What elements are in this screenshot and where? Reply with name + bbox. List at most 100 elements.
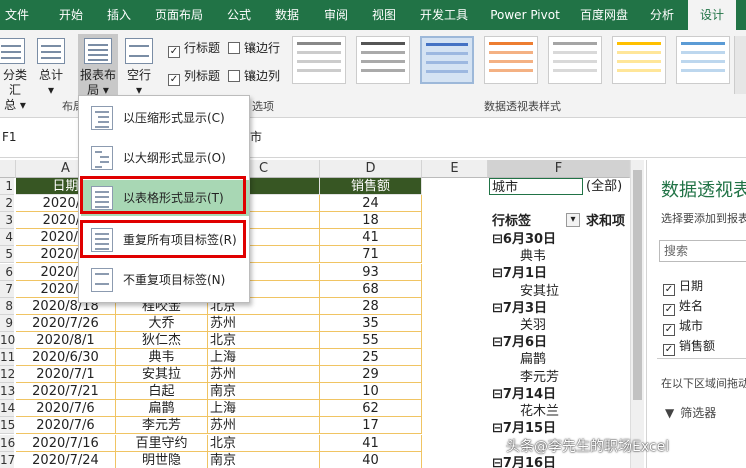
row-header[interactable]: 15 [0,417,15,434]
pivot-item-row[interactable]: 安其拉 [520,283,559,300]
field-date-checkbox[interactable]: ✓ 日期 [663,278,703,296]
table-cell[interactable]: 68 [320,281,422,298]
table-cell[interactable]: 上海 [208,400,320,417]
table-cell[interactable]: 白起 [116,383,208,400]
table-cell[interactable]: 41 [320,435,422,452]
col-header-e[interactable]: E [422,160,488,178]
table-cell[interactable]: 29 [320,366,422,383]
table-cell[interactable]: 苏州 [208,417,320,434]
row-header[interactable]: 14 [0,400,15,417]
col-headers-checkbox[interactable]: ✓ 列标题 [168,68,220,86]
blank-rows-button[interactable]: 空行 ▾ [122,34,156,97]
pivot-filter-dropdown-icon[interactable]: ▾ [566,213,580,227]
field-name-checkbox[interactable]: ✓ 姓名 [663,298,703,316]
pivot-item-row[interactable]: 扁鹊 [520,351,546,368]
grand-totals-button[interactable]: 总计 ▾ [32,34,70,97]
table-cell[interactable]: 大乔 [116,315,208,332]
pivot-item-row[interactable]: 李元芳 [520,369,559,386]
pivot-item-row[interactable]: 花木兰 [520,403,559,420]
style-swatch-5[interactable] [548,36,602,84]
table-cell[interactable]: 28 [320,298,422,315]
field-sales-checkbox[interactable]: ✓ 销售额 [663,338,715,356]
pivot-filter-value[interactable]: (全部) [586,178,622,195]
row-header[interactable]: 12 [0,366,15,383]
subtotals-button[interactable]: 分类汇总 ▾ [0,34,30,112]
row-header[interactable]: 7 [0,281,14,298]
table-cell[interactable]: 安其拉 [116,366,208,383]
table-cell[interactable]: 10 [320,383,422,400]
table-header-cell[interactable]: 销售额 [320,178,422,195]
table-cell[interactable]: 北京 [208,435,320,452]
row-header[interactable]: 6 [0,264,14,281]
row-headers-checkbox[interactable]: ✓ 行标题 [168,40,220,58]
table-cell[interactable]: 2020/7/6 [16,400,116,417]
table-cell[interactable]: 40 [320,452,422,468]
table-cell[interactable]: 41 [320,229,422,246]
tab-power-pivot[interactable]: Power Pivot [484,0,566,30]
row-header[interactable]: 17 [0,452,15,468]
table-cell[interactable]: 2020/7/26 [16,315,116,332]
pivot-item-row[interactable]: 典韦 [520,248,546,265]
table-cell[interactable]: 2020/7/1 [16,366,116,383]
tab-view[interactable]: 视图 [364,0,404,30]
tab-file[interactable]: 文件 [0,0,34,30]
table-cell[interactable]: 北京 [208,332,320,349]
style-swatch-2[interactable] [356,36,410,84]
banded-cols-checkbox[interactable]: 镶边列 [228,68,280,84]
vertical-scrollbar[interactable] [630,160,644,468]
table-cell[interactable]: 2020/7/21 [16,383,116,400]
table-cell[interactable]: 百里守约 [116,435,208,452]
table-cell[interactable]: 2020/7/24 [16,452,116,468]
pivot-group-row[interactable]: ⊟7月16日 [492,455,556,468]
table-cell[interactable]: 上海 [208,349,320,366]
tab-insert[interactable]: 插入 [100,0,138,30]
row-header[interactable]: 2 [0,195,14,212]
table-cell[interactable]: 93 [320,264,422,281]
row-header[interactable]: 16 [0,435,15,452]
table-cell[interactable]: 71 [320,246,422,263]
styles-gallery-scroll[interactable] [734,36,746,94]
table-cell[interactable]: 2020/7/16 [16,435,116,452]
style-swatch-3[interactable] [420,36,474,84]
pivot-group-row[interactable]: ⊟7月15日 [492,420,556,437]
tab-design[interactable]: 设计 [688,0,736,30]
table-cell[interactable]: 24 [320,195,422,212]
tab-formulas[interactable]: 公式 [220,0,258,30]
row-header[interactable]: 10 [0,332,15,349]
table-cell[interactable]: 南京 [208,452,320,468]
field-search-input[interactable]: 搜索 [659,240,746,262]
field-city-checkbox[interactable]: ✓ 城市 [663,318,703,336]
table-cell[interactable]: 17 [320,417,422,434]
menu-compact-form[interactable]: 以压缩形式显示(C) [81,100,249,136]
table-cell[interactable]: 扁鹊 [116,400,208,417]
name-box[interactable]: F1 [0,126,60,148]
menu-outline-form[interactable]: 以大纲形式显示(O) [81,140,249,176]
table-cell[interactable]: 2020/8/1 [16,332,116,349]
col-header-f[interactable]: F [488,160,630,178]
col-header-d[interactable]: D [320,160,422,178]
style-swatch-6[interactable] [612,36,666,84]
table-cell[interactable]: 明世隐 [116,452,208,468]
row-header[interactable]: 5 [0,246,14,263]
tab-review[interactable]: 审阅 [316,0,356,30]
pivot-item-row[interactable]: 关羽 [520,317,546,334]
row-header[interactable]: 3 [0,212,14,229]
pivot-group-row[interactable]: ⊟6月30日 [492,231,556,248]
row-header[interactable]: 8 [0,298,14,315]
menu-no-repeat-labels[interactable]: 不重复项目标签(N) [81,262,249,298]
table-cell[interactable]: 25 [320,349,422,366]
row-header[interactable]: 13 [0,383,15,400]
table-cell[interactable]: 狄仁杰 [116,332,208,349]
tab-analyze[interactable]: 分析 [642,0,682,30]
table-cell[interactable]: 2020/7/6 [16,417,116,434]
table-cell[interactable]: 南京 [208,383,320,400]
style-swatch-1[interactable] [292,36,346,84]
tab-page-layout[interactable]: 页面布局 [148,0,210,30]
row-header[interactable]: 11 [0,349,15,366]
formula-input[interactable]: 市 [250,126,262,148]
row-header[interactable]: 9 [0,315,14,332]
style-swatch-4[interactable] [484,36,538,84]
table-cell[interactable]: 62 [320,400,422,417]
pivot-group-row[interactable]: ⊟7月1日 [492,265,547,282]
pivot-group-row[interactable]: ⊟7月6日 [492,334,547,351]
